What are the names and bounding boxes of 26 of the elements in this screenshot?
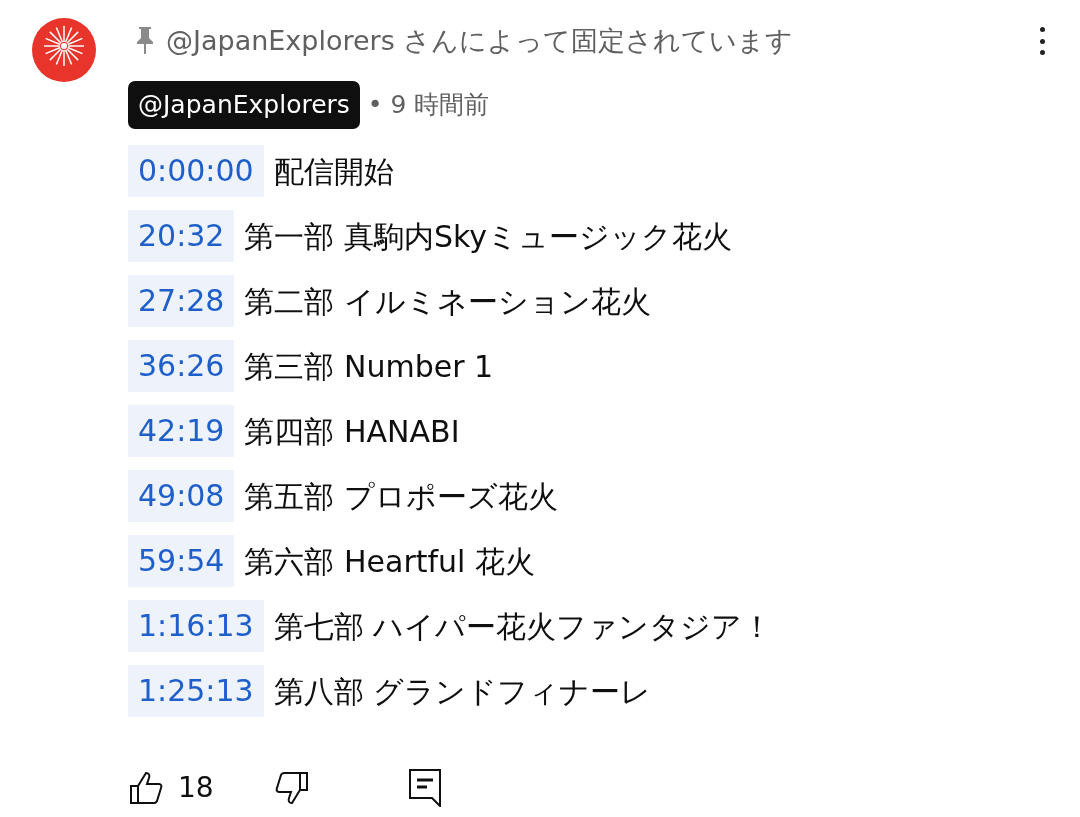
- chapter-title: 第二部 イルミネーション花火: [244, 282, 651, 321]
- chapter-title: 第七部 ハイパー花火ファンタジア！: [273, 607, 773, 646]
- timestamp-link[interactable]: 59:54: [128, 535, 235, 587]
- chapter-title: 第三部 Number 1: [244, 347, 494, 386]
- channel-avatar[interactable]: [32, 18, 96, 82]
- chapter-title: 第一部 真駒内Skyミュージック花火: [244, 217, 733, 256]
- comment-icon: [408, 769, 441, 807]
- timestamp-link[interactable]: 1:16:13: [128, 600, 264, 652]
- chapter-title: 配信開始: [273, 152, 394, 191]
- timestamp-link[interactable]: 42:19: [128, 405, 235, 457]
- pin-icon: [134, 26, 156, 56]
- chapter-title: 第四部 HANABI: [244, 412, 460, 451]
- chapter-title: 第六部 Heartful 花火: [244, 542, 535, 581]
- pinned-by-text: @JapanExplorers さんによって固定されています: [166, 23, 794, 58]
- chapter-title: 第五部 プロポーズ花火: [244, 477, 558, 516]
- author-chip[interactable]: @JapanExplorers: [128, 81, 360, 129]
- timestamp-link[interactable]: 1:25:13: [128, 665, 264, 717]
- comment-age: • 9 時間前: [367, 89, 490, 122]
- timestamp-link[interactable]: 0:00:00: [128, 145, 264, 197]
- timestamp-link[interactable]: 36:26: [128, 340, 235, 392]
- thumbs-up-icon: [129, 770, 165, 806]
- timestamp-link[interactable]: 27:28: [128, 275, 235, 327]
- chapter-title: 第八部 グランドフィナーレ: [273, 672, 652, 711]
- timestamp-link[interactable]: 49:08: [128, 470, 235, 522]
- timestamp-link[interactable]: 20:32: [128, 210, 235, 262]
- like-count: 18: [178, 770, 214, 806]
